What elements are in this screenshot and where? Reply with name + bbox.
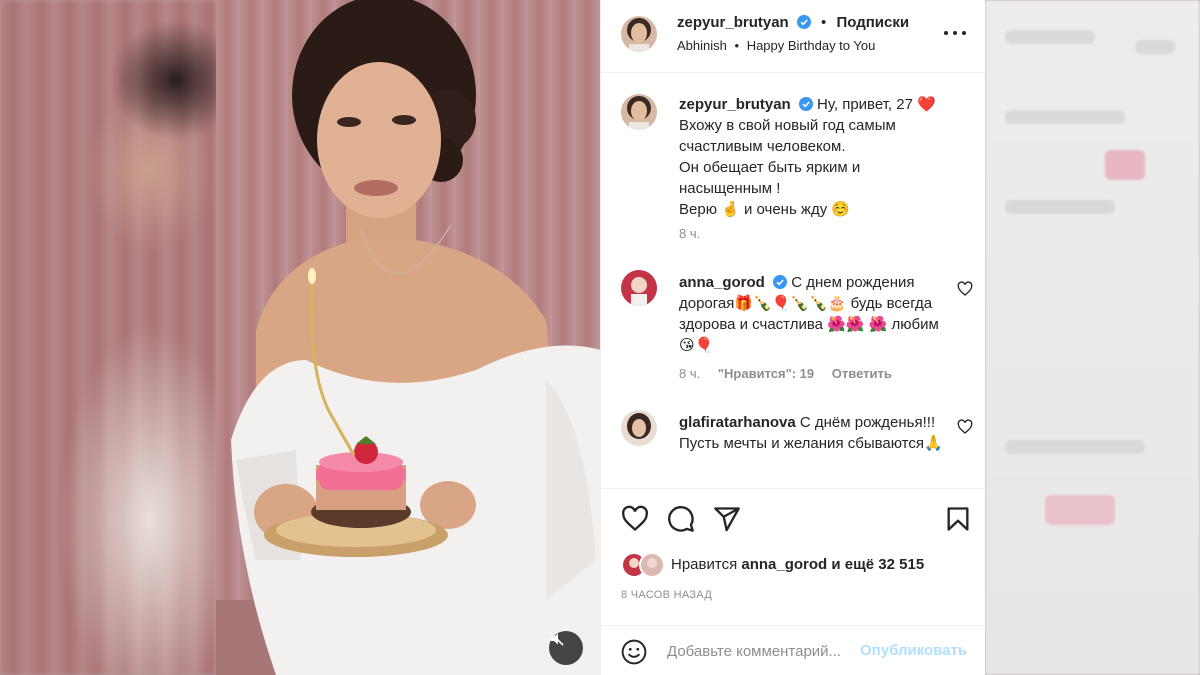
comment-text: glafiratarhanova С днём рожденья!!! Пуст…	[679, 412, 949, 454]
separator-dot: •	[734, 38, 740, 53]
avatar[interactable]	[621, 270, 657, 306]
post-time-ago[interactable]: 8 ЧАСОВ НАЗАД	[621, 589, 712, 601]
avatar[interactable]	[621, 410, 657, 446]
blurred-background-left	[0, 0, 220, 675]
comment-likes[interactable]: "Нравится": 19	[718, 366, 814, 381]
likes-count[interactable]: и ещё 32 515	[831, 556, 924, 573]
comment-time[interactable]: 8 ч.	[679, 366, 700, 381]
avatar[interactable]	[621, 94, 657, 130]
caption-text: zepyur_brutyan Ну, привет, 27 ❤️ Вхожу в…	[679, 94, 949, 220]
comment-meta: 8 ч. "Нравится": 19 Ответить	[679, 366, 892, 381]
likes-user[interactable]: anna_gorod	[741, 556, 827, 573]
mute-button[interactable]	[549, 631, 583, 665]
likers-avatars	[621, 552, 667, 578]
separator-dot: •	[821, 14, 827, 31]
add-comment-bar: Опубликовать	[601, 625, 986, 675]
verified-icon	[773, 275, 788, 289]
likes-prefix: Нравится	[671, 556, 738, 573]
reply-button[interactable]: Ответить	[832, 366, 892, 381]
blurred-background-right	[985, 0, 1200, 675]
comment-text: anna_gorod С днем рождения дорогая🎁🍾🎈🍾🍾🎂…	[679, 272, 949, 356]
likes-text: Нравится anna_gorod и ещё 32 515	[671, 556, 924, 573]
caption-time[interactable]: 8 ч.	[679, 226, 700, 241]
avatar[interactable]	[621, 16, 657, 52]
caption-meta: 8 ч.	[679, 226, 700, 241]
heart-icon[interactable]	[957, 281, 973, 297]
comment-input[interactable]	[667, 640, 857, 662]
post-username[interactable]: zepyur_brutyan	[677, 14, 789, 31]
audio-track[interactable]: Happy Birthday to You	[747, 38, 876, 53]
more-options-button[interactable]	[944, 22, 966, 44]
post-photo[interactable]	[216, 0, 600, 675]
share-icon[interactable]	[713, 505, 741, 533]
comment-icon[interactable]	[667, 505, 695, 533]
publish-button[interactable]: Опубликовать	[860, 642, 967, 659]
verified-icon	[796, 15, 811, 29]
following-button[interactable]: Подписки	[836, 14, 909, 31]
comment-username[interactable]: anna_gorod	[679, 274, 765, 291]
caption-line-1: Ну, привет, 27 ❤️	[817, 96, 936, 113]
action-bar: Нравится anna_gorod и ещё 32 515 8 ЧАСОВ…	[601, 488, 986, 625]
audio-artist[interactable]: Abhinish	[677, 38, 727, 53]
post-header: zepyur_brutyan • Подписки Abhinish • Hap…	[601, 0, 986, 73]
verified-icon	[798, 97, 813, 111]
emoji-icon[interactable]	[621, 639, 647, 665]
more-icon	[944, 31, 948, 35]
caption-username[interactable]: zepyur_brutyan	[679, 96, 791, 113]
caption-line-3: Он обещает быть ярким и насыщенным !	[679, 159, 861, 197]
mute-icon	[550, 632, 564, 646]
comment-username[interactable]: glafiratarhanova	[679, 414, 796, 431]
heart-icon[interactable]	[957, 419, 973, 435]
caption-line-2: Вхожу в свой новый год самым счастливым …	[679, 117, 896, 155]
header-user-line: zepyur_brutyan • Подписки	[677, 14, 909, 31]
heart-icon[interactable]	[621, 505, 649, 533]
post-side-panel: zepyur_brutyan • Подписки Abhinish • Hap…	[600, 0, 986, 675]
audio-line[interactable]: Abhinish • Happy Birthday to You	[677, 38, 875, 53]
caption-line-4: Верю 🤞 и очень жду ☺️	[679, 201, 851, 218]
bookmark-icon[interactable]	[944, 505, 972, 533]
comments-list[interactable]: zepyur_brutyan Ну, привет, 27 ❤️ Вхожу в…	[601, 74, 986, 488]
